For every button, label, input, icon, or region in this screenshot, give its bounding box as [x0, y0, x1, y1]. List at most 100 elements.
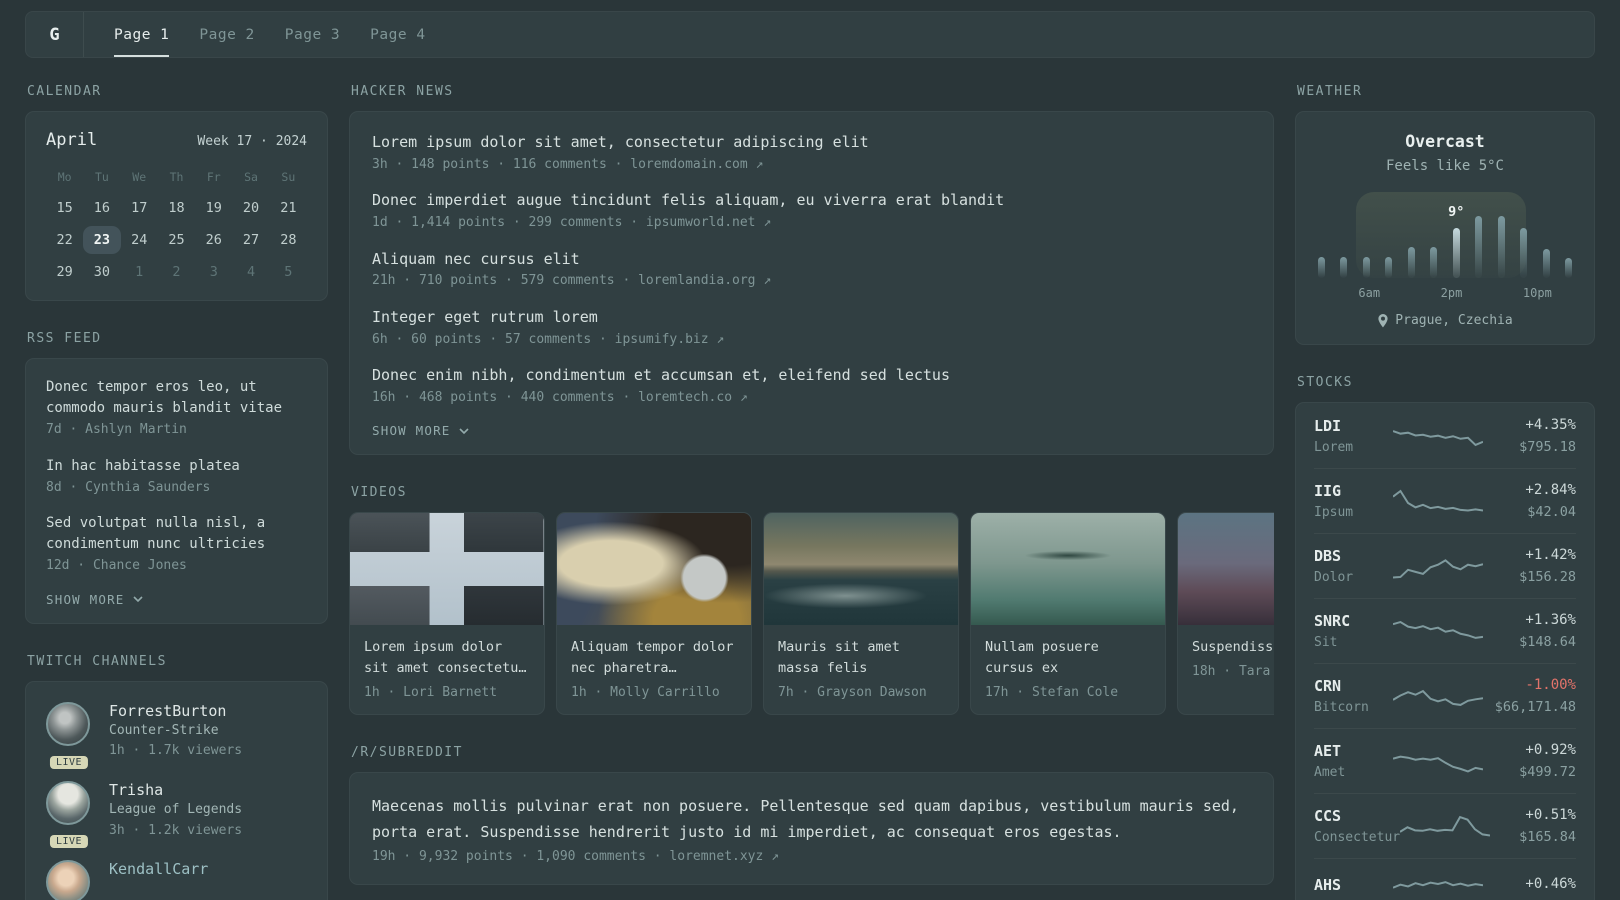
stock-values: +4.35% $795.18	[1485, 417, 1576, 455]
weather-widget: WEATHER Overcast Feels like 5°C 9° 6am 2…	[1295, 84, 1595, 345]
subreddit-post-title[interactable]: Maecenas mollis pulvinar erat non posuer…	[372, 793, 1251, 846]
stock-values: +0.46%	[1485, 876, 1576, 898]
calendar-week-year: Week 17 · 2024	[197, 134, 307, 149]
page-tab[interactable]: Page 4	[370, 12, 425, 57]
video-card[interactable]: Nullam posuere cursus ex 17h · Stefan Co…	[970, 512, 1166, 716]
show-more-label: SHOW MORE	[46, 591, 125, 607]
video-card-body: Nullam posuere cursus ex 17h · Stefan Co…	[971, 625, 1165, 714]
twitch-channel-row[interactable]: LIVE Trisha League of Legends 3h · 1.2k …	[46, 780, 307, 848]
stock-symbol: AET	[1314, 742, 1342, 760]
calendar-day: 27	[242, 232, 260, 248]
middle-column: HACKER NEWS Lorem ipsum dolor sit amet, …	[349, 84, 1274, 900]
page-tab[interactable]: Page 1	[114, 12, 170, 57]
twitch-channel-row[interactable]: LIVE ForrestBurton Counter-Strike 1h · 1…	[46, 701, 307, 769]
page-tab-label: Page 1	[114, 26, 170, 43]
videos-widget-title: VIDEOS	[351, 485, 407, 501]
stock-sparkline	[1393, 872, 1485, 900]
weather-bar	[1520, 228, 1528, 278]
rss-item-title[interactable]: Sed volutpat nulla nisl, a condimentum n…	[46, 513, 307, 555]
page-tab[interactable]: Page 3	[285, 12, 340, 57]
stock-change: +4.35%	[1525, 417, 1576, 434]
app-logo[interactable]: G	[26, 12, 84, 57]
stock-row[interactable]: IIG Ipsum +2.84% $42.04	[1314, 468, 1576, 533]
weather-tick: 6am	[1358, 286, 1381, 300]
stock-sparkline	[1400, 811, 1492, 841]
video-thumbnail	[557, 513, 751, 626]
twitch-channel-name[interactable]: Trisha	[109, 781, 242, 800]
weather-bar-slot	[1385, 192, 1393, 278]
weather-bar	[1340, 257, 1348, 278]
subreddit-post: Maecenas mollis pulvinar erat non posuer…	[372, 793, 1251, 866]
stock-row[interactable]: CRN Bitcorn -1.00% $66,171.48	[1314, 663, 1576, 728]
stock-row[interactable]: SNRC Sit +1.36% $148.64	[1314, 598, 1576, 663]
stock-price: $148.64	[1519, 633, 1576, 650]
hackernews-item-title[interactable]: Aliquam nec cursus elit	[372, 249, 1251, 271]
stocks-card: LDI Lorem +4.35% $795.18 IIG Ipsum +2.84…	[1295, 402, 1595, 900]
rss-widget-title: RSS FEED	[27, 331, 102, 346]
stock-row[interactable]: LDI Lorem +4.35% $795.18	[1314, 404, 1576, 468]
twitch-channel-name[interactable]: KendallCarr	[109, 860, 208, 879]
stock-name: Lorem	[1314, 440, 1354, 455]
video-meta: 7h · Grayson Dawson	[778, 685, 927, 701]
video-card[interactable]: Lorem ipsum dolor sit amet consectetu… 1…	[349, 512, 545, 716]
location-label: Prague, Czechia	[1395, 313, 1513, 328]
hackernews-item-meta: 16h · 468 points · 440 comments · loremt…	[372, 389, 748, 405]
location-pin-icon	[1378, 313, 1388, 327]
calendar-header: April Week 17 · 2024	[46, 130, 307, 150]
video-card-body: Mauris sit amet massa felis 7h · Grayson…	[764, 625, 958, 714]
twitch-channel-info: KendallCarr	[109, 860, 208, 900]
rss-item: Donec tempor eros leo, ut commodo mauris…	[46, 377, 307, 440]
calendar-day-selected: 23	[83, 226, 121, 254]
calendar-day: 5	[284, 264, 293, 280]
rss-show-more-button[interactable]: SHOW MORE	[46, 592, 143, 607]
page-tab-label: Page 2	[199, 26, 255, 43]
page-tab-label: Page 4	[370, 26, 426, 43]
stock-row[interactable]: DBS Dolor +1.42% $156.28	[1314, 533, 1576, 598]
video-card[interactable]: Mauris sit amet massa felis 7h · Grayson…	[763, 512, 959, 716]
twitch-channel-name[interactable]: ForrestBurton	[109, 702, 242, 721]
stock-row[interactable]: CCS Consectetur +0.51% $165.84	[1314, 793, 1576, 858]
weather-bar-slot	[1318, 192, 1325, 278]
weather-tick	[1338, 286, 1358, 300]
video-card[interactable]: Aliquam tempor dolor nec pharetra… 1h · …	[556, 512, 752, 716]
calendar-weekday: Tu	[94, 170, 109, 184]
page-tab[interactable]: Page 2	[199, 12, 254, 57]
stock-id: CRN Bitcorn	[1314, 677, 1393, 715]
weather-bar	[1542, 249, 1550, 278]
hackernews-item-title[interactable]: Donec imperdiet augue tincidunt felis al…	[372, 190, 1251, 212]
page-tab-label: Page 3	[284, 26, 341, 43]
calendar-weekday: We	[132, 170, 147, 184]
hackernews-item: Donec imperdiet augue tincidunt felis al…	[372, 190, 1251, 232]
hackernews-item-title[interactable]: Integer eget rutrum lorem	[372, 307, 1251, 329]
weather-bar-slot	[1497, 192, 1505, 278]
video-meta: 18h · Tara	[1192, 664, 1271, 680]
calendar-weekday: Fr	[206, 170, 221, 184]
stock-row[interactable]: AET Amet +0.92% $499.72	[1314, 728, 1576, 793]
weather-tick	[1400, 286, 1420, 300]
right-column: WEATHER Overcast Feels like 5°C 9° 6am 2…	[1295, 84, 1595, 900]
rss-item-title[interactable]: Donec tempor eros leo, ut commodo mauris…	[46, 377, 307, 419]
twitch-channel-row[interactable]: KendallCarr	[46, 859, 307, 900]
dashboard-columns: CALENDAR April Week 17 · 2024 Mo Tu We Th Fr…	[25, 84, 1595, 900]
hackernews-item-title[interactable]: Lorem ipsum dolor sit amet, consectetur …	[372, 132, 1251, 154]
rss-list: Donec tempor eros leo, ut commodo mauris…	[46, 377, 307, 576]
stock-sparkline	[1393, 681, 1485, 711]
weather-chart: 9° 6am 2pm 10pm	[1316, 192, 1574, 300]
hackernews-show-more-button[interactable]: SHOW MORE	[372, 423, 469, 438]
rss-item: In hac habitasse platea 8d · Cynthia Sau…	[46, 456, 307, 498]
stock-name: Consectetur	[1314, 830, 1401, 845]
stock-symbol: CRN	[1314, 677, 1342, 695]
rss-item-title[interactable]: In hac habitasse platea	[46, 456, 307, 477]
twitch-channel-list: LIVE ForrestBurton Counter-Strike 1h · 1…	[46, 701, 307, 900]
stock-row[interactable]: AHS +0.46%	[1314, 858, 1576, 900]
dashboard-page: G Page 1 Page 2 Page 3 Page 4 CALENDAR Apri…	[0, 0, 1620, 900]
left-column: CALENDAR April Week 17 · 2024 Mo Tu We Th Fr…	[25, 84, 328, 900]
stock-id: IIG Ipsum	[1314, 482, 1393, 520]
video-card[interactable]: Suspendisse diam 18h · Tara	[1177, 512, 1274, 716]
stock-id: AET Amet	[1314, 742, 1393, 780]
hackernews-item-title[interactable]: Donec enim nibh, condimentum et accumsan…	[372, 365, 1251, 387]
video-title: Suspendisse diam	[1192, 639, 1274, 656]
calendar-day: 20	[242, 200, 260, 216]
video-title: Nullam posuere cursus ex	[985, 639, 1099, 677]
stock-change: +1.42%	[1525, 547, 1576, 564]
